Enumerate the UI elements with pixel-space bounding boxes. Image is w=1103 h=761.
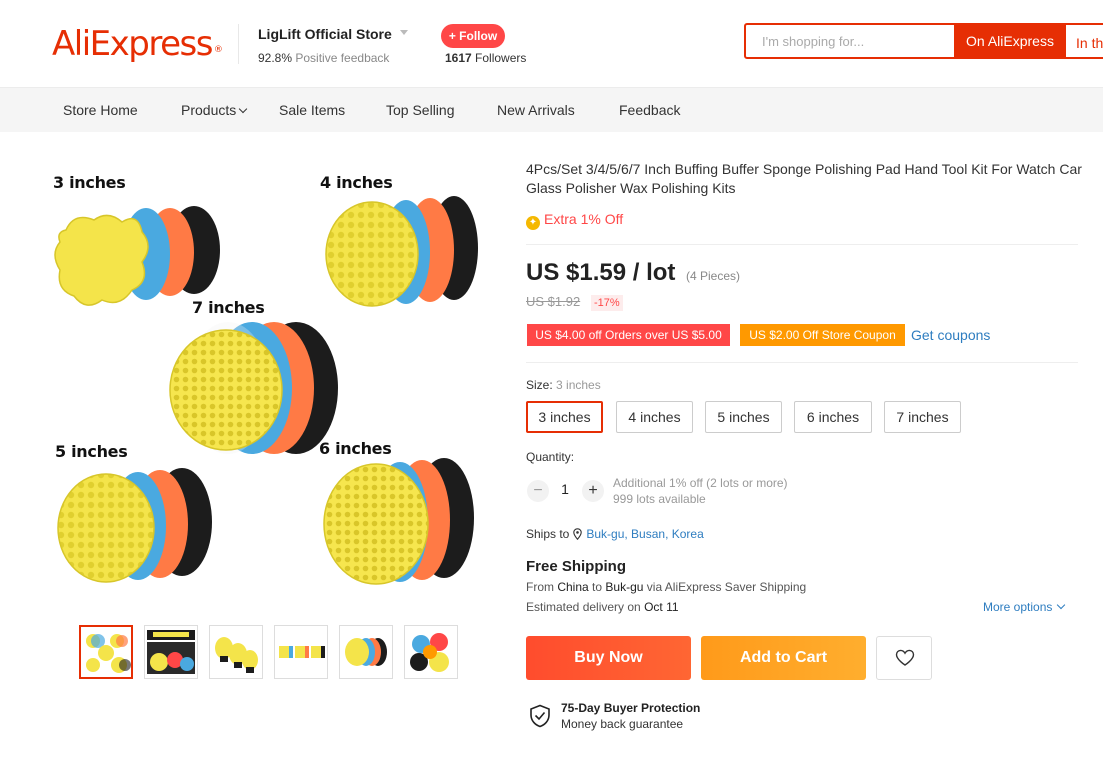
thumbnail-3[interactable]: [209, 625, 263, 679]
buyer-protection-title: 75-Day Buyer Protection: [561, 701, 701, 715]
divider: [526, 244, 1078, 245]
follow-button[interactable]: + Follow: [441, 24, 505, 48]
store-nav: Store Home Products Sale Items Top Selli…: [0, 87, 1103, 132]
free-shipping-title: Free Shipping: [526, 558, 627, 575]
chevron-down-icon: [239, 104, 248, 114]
extra-off-badge: ✦ Extra 1% Off: [526, 211, 623, 230]
thumbnail-image: [147, 630, 195, 674]
followers-count: 1617 Followers: [445, 51, 527, 65]
thumbnail-4[interactable]: [274, 625, 328, 679]
nav-products[interactable]: Products: [181, 88, 248, 133]
get-coupons-link[interactable]: Get coupons: [911, 327, 990, 343]
thumbnail-6[interactable]: [404, 625, 458, 679]
store-feedback: 92.8% Positive feedback: [258, 51, 390, 65]
shipping-route: From China to Buk-gu via AliExpress Save…: [526, 580, 807, 594]
product-price: US $1.59 / lot: [526, 259, 676, 286]
coupon-store[interactable]: US $2.00 Off Store Coupon: [738, 324, 905, 346]
pad-set-3in: [54, 206, 220, 306]
original-price: US $1.92: [526, 294, 581, 309]
divider: [526, 362, 1078, 363]
quantity-info: Additional 1% off (2 lots or more) 999 lo…: [613, 476, 788, 506]
nav-feedback[interactable]: Feedback: [619, 88, 680, 133]
pad-set-6in: [323, 458, 474, 585]
chevron-down-icon: [1057, 600, 1066, 610]
chevron-down-icon[interactable]: [400, 30, 408, 35]
thumbnail-image: [215, 637, 258, 673]
add-to-cart-button[interactable]: Add to Cart: [701, 636, 866, 680]
header-divider: [238, 24, 239, 64]
nav-new-arrivals[interactable]: New Arrivals: [497, 88, 575, 133]
search-on-aliexpress-button[interactable]: On AliExpress: [954, 23, 1066, 59]
coupon-orders-over[interactable]: US $4.00 off Orders over US $5.00: [525, 324, 730, 346]
thumbnail-1[interactable]: [79, 625, 133, 679]
thumbnail-2[interactable]: [144, 625, 198, 679]
nav-sale-items[interactable]: Sale Items: [279, 88, 345, 133]
size-option-7in[interactable]: 7 inches: [884, 401, 961, 433]
nav-top-selling[interactable]: Top Selling: [386, 88, 455, 133]
pad-set-5in: [57, 468, 212, 583]
search-input[interactable]: [746, 25, 954, 57]
sponge-pads-illustration: [54, 196, 478, 585]
thumbnail-image: [345, 638, 387, 666]
quantity-decrease-button[interactable]: −: [527, 480, 549, 502]
pad-set-7in: [169, 322, 338, 454]
ships-to: Ships to Buk-gu, Busan, Korea: [526, 527, 704, 541]
search-box: On AliExpress In th: [744, 23, 1103, 59]
pad-set-4in: [325, 196, 478, 307]
price-pieces: (4 Pieces): [686, 269, 741, 283]
ships-to-location-link[interactable]: Buk-gu, Busan, Korea: [586, 527, 703, 541]
thumbnail-image: [86, 634, 131, 673]
quantity-label: Quantity:: [526, 450, 575, 464]
size-option-4in[interactable]: 4 inches: [616, 401, 693, 433]
quantity-input[interactable]: 1: [556, 481, 574, 497]
buy-now-button[interactable]: Buy Now: [526, 636, 691, 680]
wishlist-button[interactable]: [876, 636, 932, 680]
heart-icon: [895, 649, 915, 666]
thumbnail-image: [410, 633, 449, 672]
buyer-protection-subtitle: Money back guarantee: [561, 717, 684, 731]
size-option-3in[interactable]: 3 inches: [526, 401, 603, 433]
shield-check-icon: [530, 704, 550, 728]
more-options-link[interactable]: More options: [983, 600, 1066, 614]
product-title: 4Pcs/Set 3/4/5/6/7 Inch Buffing Buffer S…: [526, 161, 1082, 196]
coin-icon: ✦: [526, 216, 540, 230]
location-pin-icon: [573, 528, 583, 540]
quantity-increase-button[interactable]: +: [582, 480, 604, 502]
aliexpress-logo[interactable]: AliExpress ®: [52, 24, 223, 64]
size-label: Size: 3 inches: [526, 378, 601, 392]
product-main-image[interactable]: 3 inches 4 inches 7 inches 5 inches 6 in…: [46, 150, 496, 610]
thumbnail-image: [279, 646, 325, 658]
search-in-store-button[interactable]: In th: [1066, 23, 1103, 59]
store-header: AliExpress ® LigLift Official Store 92.8%…: [0, 0, 1103, 87]
size-option-6in[interactable]: 6 inches: [794, 401, 872, 433]
size-option-5in[interactable]: 5 inches: [705, 401, 782, 433]
nav-store-home[interactable]: Store Home: [63, 88, 138, 133]
thumbnail-5[interactable]: [339, 625, 393, 679]
estimated-delivery: Estimated delivery on Oct 11: [526, 600, 679, 614]
store-name[interactable]: LigLift Official Store: [258, 26, 392, 42]
discount-badge: -17%: [591, 295, 623, 311]
